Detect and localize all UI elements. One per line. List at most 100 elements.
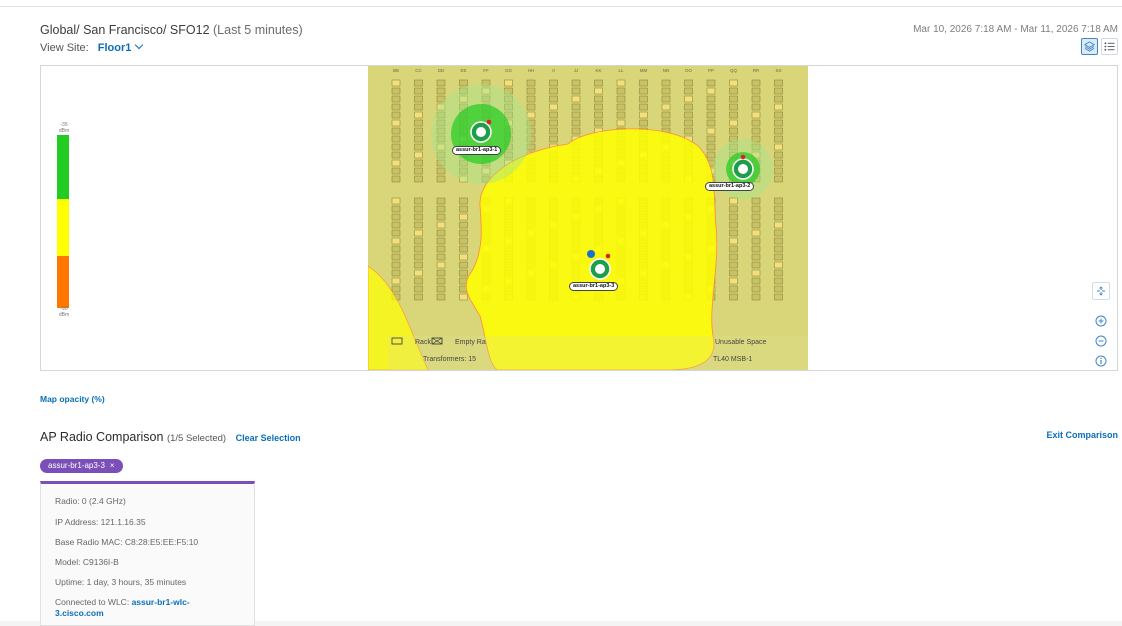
rack <box>549 119 558 127</box>
rack <box>774 167 783 175</box>
rack <box>751 119 761 127</box>
rack <box>706 95 716 103</box>
rack <box>549 79 558 87</box>
rack <box>391 127 401 135</box>
rack <box>774 79 783 87</box>
rack <box>594 103 603 111</box>
exit-comparison-link[interactable]: Exit Comparison <box>1046 430 1118 440</box>
zoom-in-icon[interactable] <box>1092 312 1110 330</box>
wlc-link-2[interactable]: 3.cisco.com <box>55 608 104 618</box>
rack <box>459 293 468 301</box>
rack <box>616 87 626 95</box>
info-icon[interactable] <box>1092 352 1110 370</box>
rack <box>639 119 648 127</box>
rack <box>729 285 738 293</box>
close-icon[interactable]: × <box>110 461 115 470</box>
rack <box>414 159 423 167</box>
rack <box>706 111 716 119</box>
rack <box>661 79 671 87</box>
rack <box>391 95 401 103</box>
legend-weak <box>57 256 69 308</box>
ap-label-2[interactable]: assur-br1-ap3-2 <box>705 182 755 191</box>
zoom-out-icon[interactable] <box>1092 332 1110 350</box>
rack <box>436 79 446 87</box>
rack <box>391 135 401 143</box>
chevron-down-icon <box>135 40 144 50</box>
column-label: RR <box>753 68 760 73</box>
rack <box>729 205 738 213</box>
rack <box>774 175 783 183</box>
rack <box>391 261 401 269</box>
rack <box>594 111 603 119</box>
selected-ap-chip[interactable]: assur-br1-ap3-3 × <box>40 459 123 473</box>
rack <box>414 277 423 285</box>
rack <box>549 103 558 111</box>
zoom-controls <box>1091 282 1111 370</box>
rack <box>774 119 783 127</box>
column-label: KK <box>595 68 601 73</box>
rack <box>459 253 468 261</box>
rack <box>751 237 761 245</box>
rack <box>729 197 738 205</box>
rack <box>391 269 401 277</box>
radio-info: Radio: 0 (2.4 GHz) <box>55 496 126 506</box>
map-opacity-toggle[interactable]: Map opacity (%) <box>40 394 105 404</box>
legend-max: -35 dBm <box>56 122 72 134</box>
rack <box>414 119 423 127</box>
rack <box>774 151 783 159</box>
rack <box>436 205 446 213</box>
layers-icon[interactable] <box>1081 38 1098 55</box>
rack <box>549 87 558 95</box>
rack <box>459 245 468 253</box>
list-icon[interactable] <box>1101 38 1118 55</box>
rack <box>391 175 401 183</box>
rack <box>414 229 423 237</box>
rack <box>436 175 446 183</box>
rack <box>391 159 401 167</box>
rack <box>414 213 423 221</box>
rack <box>391 221 401 229</box>
rack <box>751 269 761 277</box>
rack <box>774 261 783 269</box>
rack <box>436 213 446 221</box>
rack <box>571 127 581 135</box>
ap-label-1[interactable]: assur-br1-ap3-1 <box>452 146 502 155</box>
floor-plan[interactable]: BB CC DD EE FF GG HH II JJ KK LL MM NN OO PP QQ RR SS <box>368 66 808 370</box>
rack <box>414 175 423 183</box>
rack <box>729 79 738 87</box>
date-range[interactable]: Mar 10, 2026 7:18 AM - Mar 11, 2026 7:18… <box>913 24 1118 35</box>
rack <box>774 159 783 167</box>
rack <box>459 205 468 213</box>
wlc-link-1[interactable]: assur-br1-wlc- <box>132 597 190 607</box>
rack <box>571 79 581 87</box>
fit-icon[interactable] <box>1092 282 1110 300</box>
rack <box>414 221 423 229</box>
rack <box>414 79 423 87</box>
model: Model: C9136I-B <box>55 557 119 567</box>
rack <box>391 143 401 151</box>
ip-address: IP Address: 121.1.16.35 <box>55 517 146 527</box>
rack <box>571 95 581 103</box>
rack <box>751 111 761 119</box>
rack <box>436 269 446 277</box>
clear-selection-link[interactable]: Clear Selection <box>236 433 301 443</box>
rack <box>684 119 693 127</box>
rack <box>571 119 581 127</box>
ap-label-3[interactable]: assur-br1-ap3-3 <box>569 282 619 291</box>
rack <box>751 79 761 87</box>
divider <box>0 6 1122 7</box>
rack <box>774 213 783 221</box>
rack <box>414 293 423 301</box>
rack <box>391 119 401 127</box>
rack <box>774 293 783 301</box>
floor-dropdown[interactable]: Floor1 <box>98 40 144 54</box>
breadcrumb-path: Global/ San Francisco/ SFO12 <box>40 23 210 37</box>
rack <box>436 293 446 301</box>
rack <box>774 237 783 245</box>
rack <box>594 119 603 127</box>
comparison-header: AP Radio Comparison (1/5 Selected) Clear… <box>40 430 301 444</box>
view-site: View Site: Floor1 <box>40 40 144 54</box>
rack <box>751 205 761 213</box>
rack <box>616 95 626 103</box>
rack <box>391 111 401 119</box>
